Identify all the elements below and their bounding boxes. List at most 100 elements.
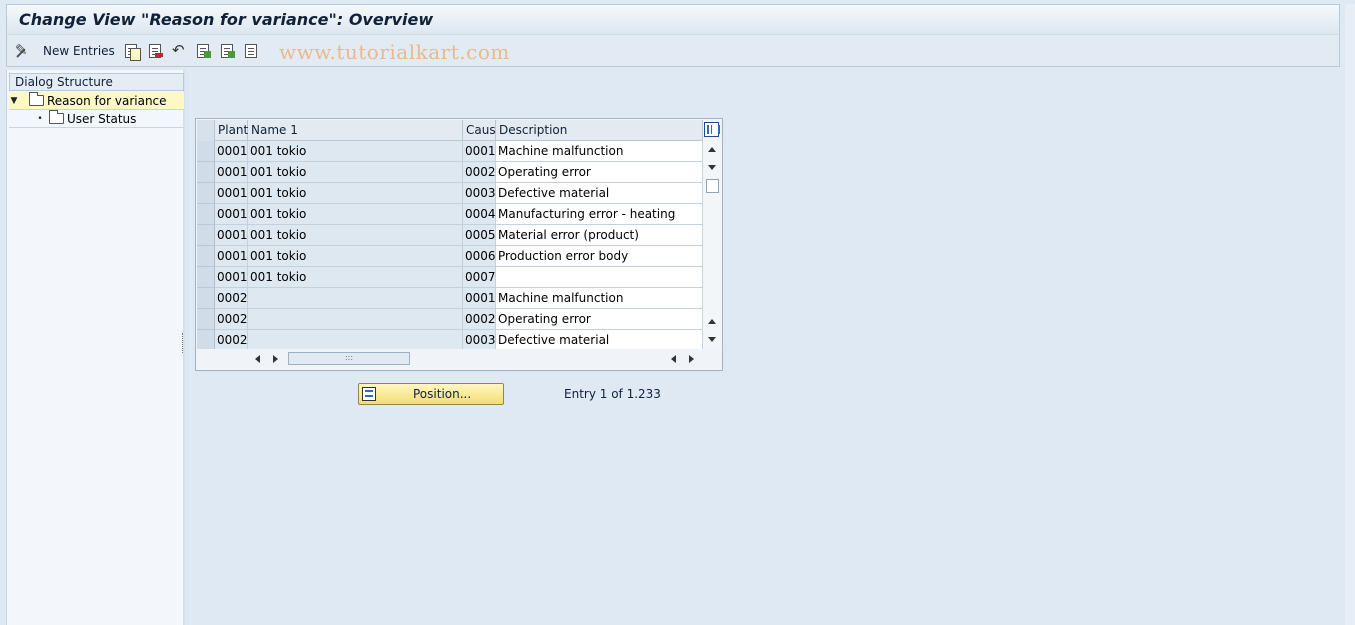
cell-cause: 0002 [463,309,496,330]
cell-plant: 0001 [215,267,248,288]
row-selector[interactable] [197,225,215,246]
cell-plant: 0001 [215,141,248,162]
deselect-all-icon [245,44,257,58]
cell-name [248,330,463,351]
row-selector[interactable] [197,162,215,183]
cell-name: 001 tokio [248,225,463,246]
scroll-up-icon[interactable] [708,147,716,152]
scroll-down-icon[interactable] [708,165,716,170]
column-header-plant[interactable]: Plant [215,120,248,141]
cell-cause: 0004 [463,204,496,225]
row-selector[interactable] [197,204,215,225]
row-selector[interactable] [197,330,215,351]
application-toolbar: New Entries www.tutorialkart.com [6,34,1340,67]
cell-name: 001 tokio [248,246,463,267]
cell-plant: 0001 [215,246,248,267]
cell-name [248,288,463,309]
cell-cause: 0001 [463,141,496,162]
copy-button[interactable] [123,42,141,61]
dialog-structure-pane: Dialog Structure ▼ Reason for variance •… [6,70,185,625]
table-vertical-scrollbar[interactable] [703,141,722,347]
cell-description[interactable]: Material error (product) [496,225,703,246]
cell-description[interactable] [496,267,703,288]
copy-icon [125,44,141,61]
tree-item-label: User Status [67,111,137,126]
select-block-button[interactable] [219,42,235,60]
table-control: Plant Name 1 Caus Description 0001 001 to… [195,118,723,371]
row-selector[interactable] [197,288,215,309]
cell-name: 001 tokio [248,162,463,183]
folder-open-icon [29,92,44,106]
pane-splitter[interactable] [182,333,185,353]
table-row: 0001 001 tokio 0006 Production error body [197,246,703,267]
collapse-triangle-icon[interactable]: ▼ [9,96,19,106]
cell-description[interactable]: Machine malfunction [496,141,703,162]
cell-description[interactable]: Manufacturing error - heating [496,204,703,225]
column-header-cause[interactable]: Caus [463,120,496,141]
delete-icon [149,44,163,58]
new-entries-button[interactable]: New Entries [15,41,115,60]
scroll-right-icon[interactable] [689,355,694,363]
cell-plant: 0001 [215,162,248,183]
page-title: Change View "Reason for variance": Overv… [19,10,434,29]
cell-plant: 0001 [215,183,248,204]
cell-description[interactable]: Defective material [496,183,703,204]
cell-cause: 0003 [463,183,496,204]
entry-counter: Entry 1 of 1.233 [564,387,661,401]
table-row: 0001 001 tokio 0001 Machine malfunction [197,141,703,162]
position-button-label: Position... [413,387,472,401]
dialog-structure-header: Dialog Structure [9,73,184,91]
position-button[interactable]: Position... [358,383,504,405]
cell-cause: 0002 [463,162,496,183]
row-selector[interactable] [197,183,215,204]
tree-item-reason-for-variance[interactable]: ▼ Reason for variance [9,92,184,110]
scroll-left-icon[interactable] [671,355,676,363]
cell-cause: 0005 [463,225,496,246]
cell-description[interactable]: Operating error [496,309,703,330]
cell-plant: 0002 [215,288,248,309]
tree-item-user-status[interactable]: • User Status [9,110,184,128]
table-row: 0002 0002 Operating error [197,309,703,330]
new-entries-label: New Entries [43,44,115,58]
table-horizontal-scrollbar[interactable]: ::: [197,349,722,369]
scroll-thumb[interactable] [706,179,719,193]
cell-cause: 0006 [463,246,496,267]
cell-cause: 0003 [463,330,496,351]
scroll-right-icon[interactable] [273,355,278,363]
horizontal-scroll-thumb[interactable]: ::: [288,352,410,365]
cell-description[interactable]: Defective material [496,330,703,351]
scroll-left-icon[interactable] [255,355,260,363]
folder-icon [49,110,64,124]
scroll-page-up-icon[interactable] [708,319,716,324]
tree-leaf-bullet-icon: • [37,113,43,124]
table-row: 0001 001 tokio 0002 Operating error [197,162,703,183]
delete-button[interactable] [147,42,163,60]
select-block-icon [221,44,235,58]
deselect-all-button[interactable] [243,42,257,60]
cell-name: 001 tokio [248,141,463,162]
window-scrollbar[interactable] [1345,4,1355,625]
select-all-rows-button[interactable] [197,120,215,141]
cell-plant: 0001 [215,204,248,225]
column-header-description[interactable]: Description [496,120,703,141]
row-selector[interactable] [197,309,215,330]
row-selector[interactable] [197,246,215,267]
undo-button[interactable] [171,41,187,60]
cell-description[interactable]: Production error body [496,246,703,267]
scroll-page-down-icon[interactable] [708,337,716,342]
column-header-name[interactable]: Name 1 [248,120,463,141]
cell-cause: 0007 [463,267,496,288]
cell-description[interactable]: Operating error [496,162,703,183]
table-row: 0002 0003 Defective material [197,330,703,351]
position-icon [362,387,376,401]
cell-plant: 0001 [215,225,248,246]
table-row: 0001 001 tokio 0005 Material error (product… [197,225,703,246]
table-settings-icon[interactable] [704,122,720,137]
row-selector[interactable] [197,267,215,288]
select-all-button[interactable] [195,42,211,60]
cell-cause: 0001 [463,288,496,309]
table-row: 0002 0001 Machine malfunction [197,288,703,309]
cell-description[interactable]: Machine malfunction [496,288,703,309]
watermark: www.tutorialkart.com [279,40,510,64]
row-selector[interactable] [197,141,215,162]
